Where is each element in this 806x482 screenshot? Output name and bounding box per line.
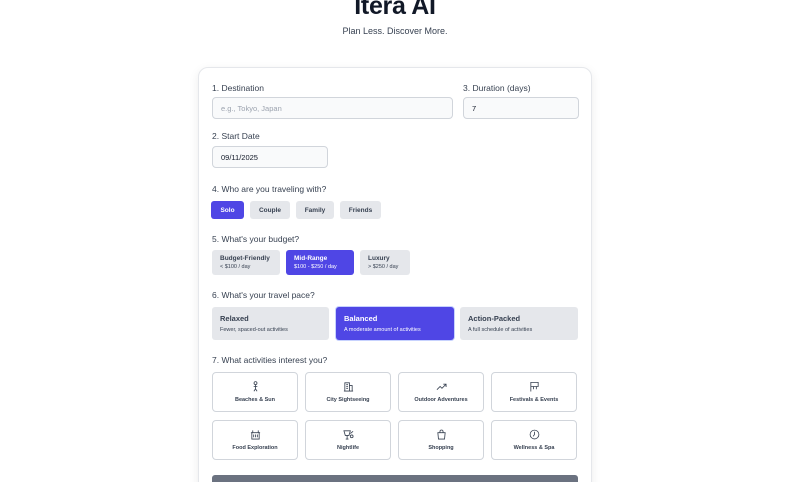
pace-option-subtitle: Fewer, spaced-out activities xyxy=(220,327,288,333)
companion-couple-button[interactable]: Couple xyxy=(250,201,290,219)
budget-option-luxury[interactable]: Luxury > $250 / day xyxy=(360,250,410,275)
food-icon xyxy=(250,430,260,440)
submit-button[interactable] xyxy=(212,475,578,482)
budget-option-title: Budget-Friendly xyxy=(220,255,270,262)
destination-label: 1. Destination xyxy=(212,83,264,93)
duration-label: 3. Duration (days) xyxy=(463,83,531,93)
budget-option-title: Mid-Range xyxy=(294,255,328,262)
activity-nightlife[interactable]: Nightlife xyxy=(305,420,391,460)
companions-label: 4. Who are you traveling with? xyxy=(212,184,327,194)
companion-friends-button[interactable]: Friends xyxy=(340,201,381,219)
destination-placeholder: e.g., Tokyo, Japan xyxy=(221,103,282,113)
activity-city-sightseeing[interactable]: City Sightseeing xyxy=(305,372,391,412)
activity-label: City Sightseeing xyxy=(326,397,370,403)
pace-option-title: Action-Packed xyxy=(468,314,521,323)
trip-planner-form: 1. Destination e.g., Tokyo, Japan 3. Dur… xyxy=(198,67,592,482)
budget-option-subtitle: $100 - $250 / day xyxy=(294,264,337,270)
drink-icon xyxy=(342,430,353,440)
activity-label: Beaches & Sun xyxy=(234,397,276,403)
activity-food-exploration[interactable]: Food Exploration xyxy=(212,420,298,460)
activity-label: Festivals & Events xyxy=(509,397,559,403)
budget-option-subtitle: < $100 / day xyxy=(220,264,251,270)
start-date-value: 09/11/2025 xyxy=(221,152,258,162)
activity-wellness-spa[interactable]: Wellness & Spa xyxy=(491,420,577,460)
pace-option-title: Relaxed xyxy=(220,314,249,323)
activity-label: Nightlife xyxy=(337,445,359,451)
companion-family-button[interactable]: Family xyxy=(296,201,334,219)
pace-option-relaxed[interactable]: Relaxed Fewer, spaced-out activities xyxy=(212,307,329,340)
budget-option-subtitle: > $250 / day xyxy=(368,264,399,270)
companion-solo-button[interactable]: Solo xyxy=(211,201,244,219)
budget-option-budget-friendly[interactable]: Budget-Friendly < $100 / day xyxy=(212,250,280,275)
start-date-label: 2. Start Date xyxy=(212,131,260,141)
pace-label: 6. What's your travel pace? xyxy=(212,290,315,300)
trend-up-icon xyxy=(436,383,446,391)
activity-label: Wellness & Spa xyxy=(513,445,555,451)
pace-option-title: Balanced xyxy=(344,314,378,323)
pace-option-action-packed[interactable]: Action-Packed A full schedule of activit… xyxy=(460,307,578,340)
activity-beaches-sun[interactable]: Beaches & Sun xyxy=(212,372,298,412)
pace-option-subtitle: A moderate amount of activities xyxy=(344,327,421,333)
budget-option-title: Luxury xyxy=(368,255,390,262)
building-icon xyxy=(343,382,353,392)
start-date-input[interactable]: 09/11/2025 xyxy=(212,146,328,168)
pace-option-subtitle: A full schedule of activities xyxy=(468,327,533,333)
budget-label: 5. What's your budget? xyxy=(212,234,300,244)
app-tagline: Plan Less. Discover More. xyxy=(342,26,448,36)
destination-input[interactable]: e.g., Tokyo, Japan xyxy=(212,97,453,119)
shopping-bag-icon xyxy=(436,429,446,440)
activity-label: Shopping xyxy=(428,445,454,451)
activity-shopping[interactable]: Shopping xyxy=(398,420,484,460)
activity-label: Outdoor Adventures xyxy=(414,397,468,403)
activity-label: Food Exploration xyxy=(232,445,278,451)
app-title: Itera AI xyxy=(354,0,436,20)
pace-option-balanced[interactable]: Balanced A moderate amount of activities xyxy=(336,307,454,340)
duration-input[interactable]: 7 xyxy=(463,97,579,119)
duration-value: 7 xyxy=(472,103,477,113)
budget-option-mid-range[interactable]: Mid-Range $100 - $250 / day xyxy=(286,250,354,275)
spa-icon xyxy=(529,429,539,440)
person-icon xyxy=(253,381,257,392)
activity-outdoor-adventures[interactable]: Outdoor Adventures xyxy=(398,372,484,412)
activities-label: 7. What activities interest you? xyxy=(212,355,328,365)
activity-festivals-events[interactable]: Festivals & Events xyxy=(491,372,577,412)
flag-icon xyxy=(529,381,539,392)
